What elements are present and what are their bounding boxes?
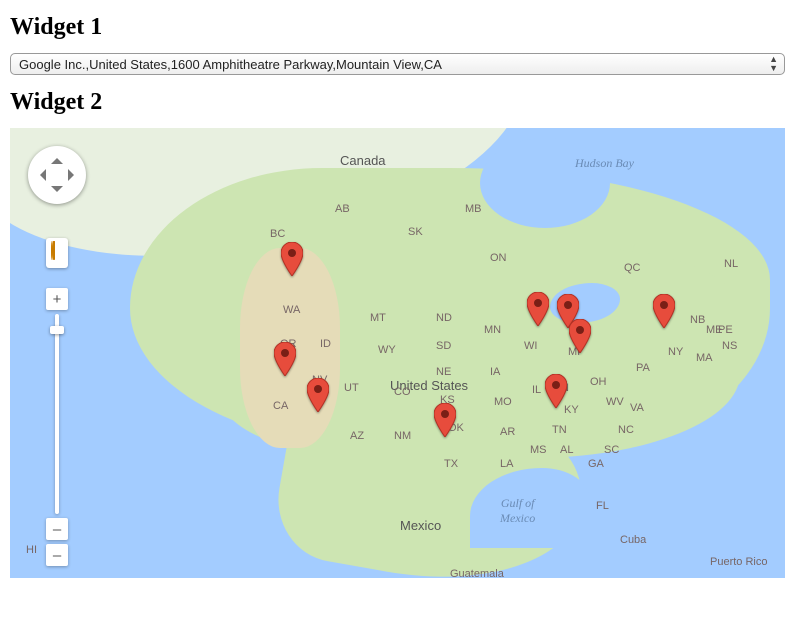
map-marker-ca-marker[interactable] <box>274 342 296 376</box>
map-marker-tn-marker[interactable] <box>545 374 567 408</box>
zoom-slider-track[interactable] <box>55 314 59 514</box>
zoom-out-full-button[interactable]: – <box>46 544 68 566</box>
location-select[interactable]: Google Inc.,United States,1600 Amphithea… <box>10 53 785 75</box>
pan-south-icon[interactable] <box>51 186 63 198</box>
map-marker-wa-marker[interactable] <box>281 242 303 276</box>
pan-west-icon[interactable] <box>34 169 46 181</box>
pan-east-icon[interactable] <box>68 169 80 181</box>
zoom-slider-handle[interactable] <box>50 326 64 334</box>
map-marker-wi-marker[interactable] <box>527 292 549 326</box>
select-arrows-icon: ▲▼ <box>769 55 778 73</box>
pan-control[interactable] <box>28 146 86 204</box>
map[interactable]: Canada United States Mexico Hudson Bay G… <box>10 128 785 578</box>
map-marker-az-marker[interactable] <box>307 378 329 412</box>
zoom-control: + – – <box>46 288 68 566</box>
map-viewport[interactable]: Canada United States Mexico Hudson Bay G… <box>10 128 785 578</box>
zoom-out-mid-button[interactable]: – <box>46 518 68 540</box>
pan-north-icon[interactable] <box>51 152 63 164</box>
pegman-icon <box>51 242 63 264</box>
widget1-heading: Widget 1 <box>10 14 795 41</box>
hudson-bay <box>480 138 610 228</box>
zoom-in-button[interactable]: + <box>46 288 68 310</box>
widget2-heading: Widget 2 <box>10 89 795 116</box>
map-marker-mi-marker[interactable] <box>569 319 591 353</box>
pegman-control[interactable] <box>46 238 68 268</box>
map-marker-ne-marker[interactable] <box>653 294 675 328</box>
location-select-value: Google Inc.,United States,1600 Amphithea… <box>19 57 442 72</box>
map-marker-tx-marker[interactable] <box>434 403 456 437</box>
